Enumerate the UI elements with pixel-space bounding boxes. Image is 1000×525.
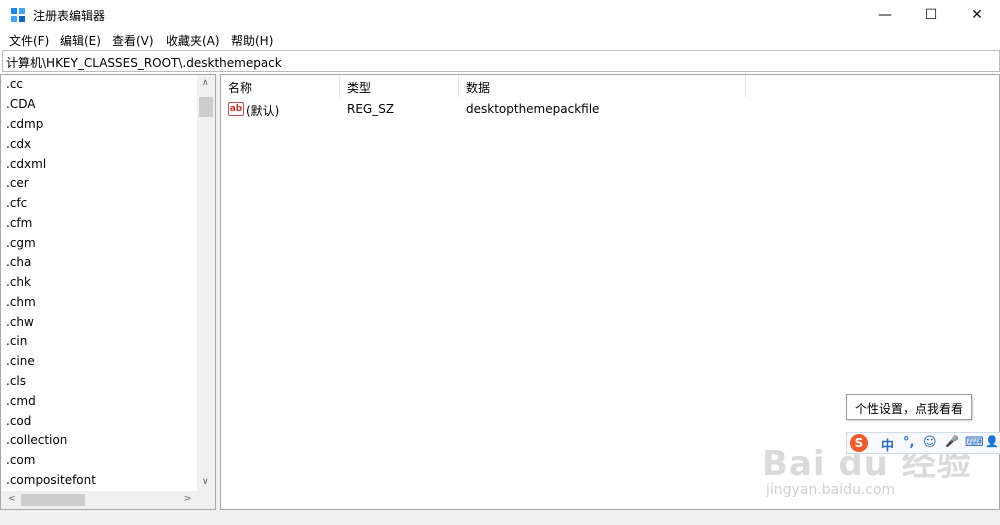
menu-bar: 文件(F) 编辑(E) 查看(V) 收藏夹(A) 帮助(H) xyxy=(0,30,1000,50)
value-name[interactable]: (默认) xyxy=(246,102,279,119)
ime-tooltip: 个性设置，点我看看 xyxy=(846,394,972,420)
scroll-left-arrow-icon[interactable]: < xyxy=(8,494,16,504)
title-bar: 注册表编辑器 — ☐ ✕ xyxy=(0,0,1000,30)
tree-item[interactable]: .cin xyxy=(6,334,27,348)
tree-item[interactable]: .CDA xyxy=(6,97,35,111)
tree-item[interactable]: .cls xyxy=(6,374,26,388)
regedit-app-icon xyxy=(11,8,25,22)
value-row[interactable]: ab (默认) REG_SZ desktopthemepackfile xyxy=(221,99,999,119)
ime-toolbar[interactable]: S 中 °, ☺ 🎤 ⌨ 👤 xyxy=(846,432,1000,454)
ime-punctuation-button[interactable]: °, xyxy=(903,435,914,450)
tree-horizontal-scrollbar[interactable]: < > xyxy=(1,491,197,509)
tree-item[interactable]: .cer xyxy=(6,176,29,190)
tree-item[interactable]: .cdx xyxy=(6,137,31,151)
column-header-data[interactable]: 数据 xyxy=(459,75,746,97)
vertical-scroll-thumb[interactable] xyxy=(199,97,213,117)
tree-item[interactable]: .compositefont xyxy=(6,473,96,487)
tree-item[interactable]: .cha xyxy=(6,255,31,269)
address-bar[interactable]: 计算机\HKEY_CLASSES_ROOT\.deskthemepack xyxy=(2,50,1000,72)
tree-item[interactable]: .chk xyxy=(6,275,31,289)
scroll-down-arrow-icon[interactable]: ∨ xyxy=(202,477,209,487)
menu-file[interactable]: 文件(F) xyxy=(9,32,49,49)
string-value-icon: ab xyxy=(228,102,244,116)
tree-item[interactable]: .collection xyxy=(6,433,67,447)
tree-item[interactable]: .cdmp xyxy=(6,117,43,131)
menu-view[interactable]: 查看(V) xyxy=(112,32,154,49)
tree-item[interactable]: .cod xyxy=(6,414,31,428)
scroll-right-arrow-icon[interactable]: > xyxy=(184,494,192,504)
column-header-type[interactable]: 类型 xyxy=(340,75,459,97)
scroll-up-arrow-icon[interactable]: ∧ xyxy=(202,78,209,88)
value-type[interactable]: REG_SZ xyxy=(347,102,394,116)
key-tree-pane[interactable]: .cc .CDA .cdmp .cdx .cdxml .cer .cfc .cf… xyxy=(0,74,216,510)
menu-edit[interactable]: 编辑(E) xyxy=(60,32,101,49)
tree-item[interactable]: .cdxml xyxy=(6,157,46,171)
close-button[interactable]: ✕ xyxy=(954,0,1000,30)
column-header-name[interactable]: 名称 xyxy=(221,75,340,97)
tree-item[interactable]: .cc xyxy=(6,77,23,91)
tree-item[interactable]: .cfm xyxy=(6,216,32,230)
tree-item[interactable]: .com xyxy=(6,453,35,467)
keyboard-icon[interactable]: ⌨ xyxy=(965,435,984,450)
tree-item[interactable]: .cine xyxy=(6,354,35,368)
tree-item[interactable]: .cgm xyxy=(6,236,36,250)
tree-item[interactable]: .chw xyxy=(6,315,34,329)
status-bar xyxy=(0,510,1000,525)
menu-help[interactable]: 帮助(H) xyxy=(231,32,273,49)
horizontal-scroll-thumb[interactable] xyxy=(21,494,85,506)
value-data[interactable]: desktopthemepackfile xyxy=(466,102,599,116)
scroll-corner xyxy=(197,491,215,509)
user-icon[interactable]: 👤 xyxy=(985,435,999,448)
tree-vertical-scrollbar[interactable]: ∧ ∨ xyxy=(197,75,215,491)
address-path[interactable]: 计算机\HKEY_CLASSES_ROOT\.deskthemepack xyxy=(6,54,282,71)
maximize-button[interactable]: ☐ xyxy=(908,0,954,30)
tree-item[interactable]: .cmd xyxy=(6,394,36,408)
tree-item[interactable]: .cfc xyxy=(6,196,27,210)
emoji-icon[interactable]: ☺ xyxy=(923,435,937,450)
menu-favorites[interactable]: 收藏夹(A) xyxy=(166,32,220,49)
tree-item[interactable]: .chm xyxy=(6,295,36,309)
microphone-icon[interactable]: 🎤 xyxy=(945,435,959,448)
minimize-button[interactable]: — xyxy=(862,0,908,30)
sogou-logo-icon[interactable]: S xyxy=(850,434,868,452)
ime-chinese-mode-button[interactable]: 中 xyxy=(881,435,894,454)
window-title: 注册表编辑器 xyxy=(33,9,106,23)
